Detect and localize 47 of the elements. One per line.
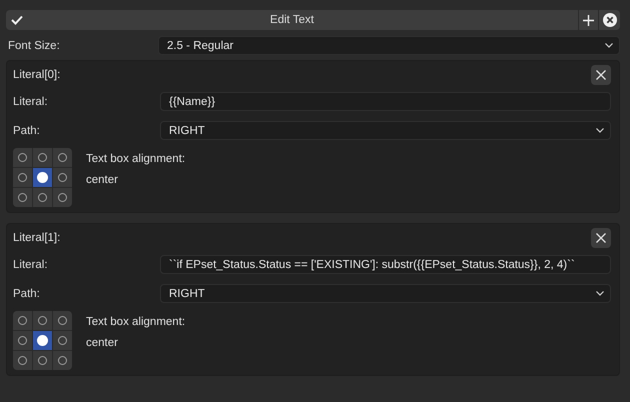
close-button[interactable] xyxy=(598,10,620,30)
alignment-radio[interactable] xyxy=(13,148,32,167)
alignment-radio[interactable] xyxy=(53,351,72,370)
add-button[interactable] xyxy=(578,10,598,30)
remove-button[interactable] xyxy=(591,228,611,248)
plus-icon xyxy=(583,14,594,26)
close-icon xyxy=(596,70,606,80)
remove-button[interactable] xyxy=(591,65,611,85)
alignment-radio[interactable] xyxy=(13,311,32,330)
alignment-label: Text box alignment: xyxy=(86,153,186,165)
alignment-radio[interactable] xyxy=(13,351,32,370)
alignment-radio[interactable] xyxy=(33,188,52,207)
field-label: Path: xyxy=(13,288,41,300)
alignment-radio[interactable] xyxy=(33,168,52,187)
alignment-label: Text box alignment: xyxy=(86,316,186,328)
close-icon xyxy=(602,13,616,27)
chevron-down-icon xyxy=(596,128,604,133)
alignment-value: center xyxy=(86,337,119,349)
alignment-radio[interactable] xyxy=(53,311,72,330)
panel-title: Edit Text xyxy=(269,14,315,26)
dropdown[interactable]: RIGHT xyxy=(160,284,611,303)
alignment-radio[interactable] xyxy=(13,331,32,350)
alignment-radio[interactable] xyxy=(33,311,52,330)
chevron-down-icon xyxy=(605,43,613,48)
alignment-radio[interactable] xyxy=(13,188,32,207)
alignment-radio[interactable] xyxy=(53,148,72,167)
alignment-radio[interactable] xyxy=(53,168,72,187)
field-label: Literal: xyxy=(13,96,49,108)
chevron-down-icon xyxy=(596,291,604,296)
field-label: Literal: xyxy=(13,258,49,270)
field-label: Font Size: xyxy=(8,40,61,52)
alignment-radio[interactable] xyxy=(13,168,32,187)
card-title: Literal[1]: xyxy=(13,232,60,244)
card-title: Literal[0]: xyxy=(13,69,60,81)
alignment-value: center xyxy=(86,174,119,186)
text-input[interactable]: {{Name}} xyxy=(160,92,611,111)
dropdown[interactable]: 2.5 - Regular xyxy=(158,36,620,55)
alignment-radio[interactable] xyxy=(53,188,72,207)
alignment-radio[interactable] xyxy=(33,148,52,167)
text-input[interactable]: ``if EPset_Status.Status == ['EXISTING']: substr({{EPset_Status.Status}}, 2, 4)`` xyxy=(160,255,611,274)
close-icon xyxy=(596,233,606,243)
alignment-radio[interactable] xyxy=(33,331,52,350)
alignment-radio[interactable] xyxy=(53,331,72,350)
dropdown[interactable]: RIGHT xyxy=(160,121,611,140)
field-label: Path: xyxy=(13,124,41,136)
checkmark-icon xyxy=(11,15,23,25)
alignment-radio[interactable] xyxy=(33,351,52,370)
